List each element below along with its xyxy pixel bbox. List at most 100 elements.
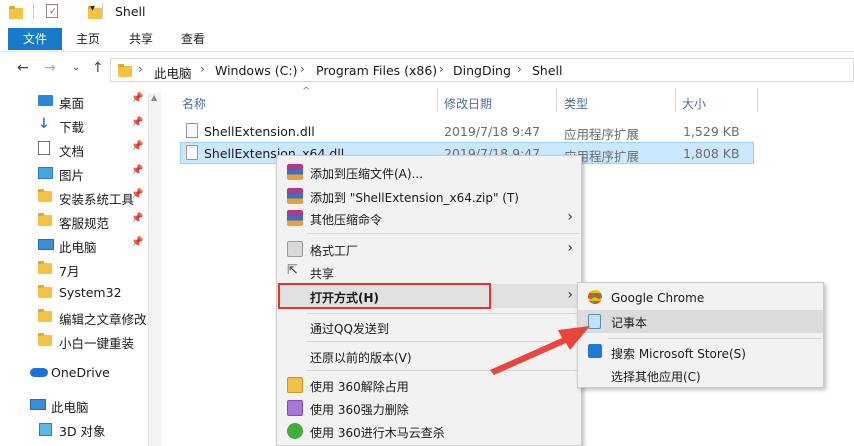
breadcrumb-program-files[interactable]: Program Files (x86) (316, 63, 437, 78)
chevron-right-icon[interactable]: › (138, 62, 143, 76)
chevron-right-icon[interactable]: › (300, 62, 305, 76)
column-header-date[interactable]: 修改日期 (444, 95, 492, 112)
sidebar-item-label: 安装系统工具 (59, 192, 135, 207)
pin-icon[interactable]: 📌 (131, 189, 143, 200)
breadcrumb-drive[interactable]: Windows (C:) (215, 63, 297, 78)
menu-item-360-unlock[interactable]: 使用 360解除占用 (277, 374, 581, 396)
chevron-right-icon[interactable]: › (517, 62, 522, 76)
menu-separator (608, 338, 821, 339)
tab-home[interactable]: 主页 (76, 28, 100, 50)
address-bar[interactable]: › 此电脑 › Windows (C:) › Program Files (x8… (110, 58, 854, 82)
menu-item-format-factory[interactable]: 格式工厂 › (277, 238, 581, 260)
menu-item-choose-other-app[interactable]: 选择其他应用(C) (578, 364, 823, 386)
menu-item-share[interactable]: ⇱ 共享 (277, 261, 581, 283)
menu-item-360-force-delete[interactable]: 使用 360强力删除 (277, 397, 581, 419)
dll-file-icon (186, 145, 198, 160)
sidebar-item-article-edits[interactable]: 编辑之文章修改 (0, 305, 160, 329)
computer-icon (30, 399, 46, 410)
sidebar-item-label: 小白一键重装 (59, 336, 135, 351)
tab-file[interactable]: 文件 (8, 28, 62, 50)
winrar-icon (287, 188, 303, 204)
column-header-name[interactable]: 名称 (182, 95, 206, 112)
sidebar-item-desktop[interactable]: 桌面 📌 (0, 89, 160, 113)
sidebar-item-july[interactable]: 7月 (0, 257, 160, 281)
back-icon[interactable]: ← (17, 60, 29, 76)
folder-icon (38, 309, 52, 322)
file-name[interactable]: ShellExtension.dll (204, 124, 315, 139)
pin-icon[interactable]: 📌 (131, 93, 143, 104)
menu-item-360-scan[interactable]: 使用 360进行木马云查杀 (277, 420, 581, 442)
folder-icon (118, 64, 132, 77)
share-icon: ⇱ (287, 263, 298, 278)
pin-icon[interactable]: 📌 (131, 141, 143, 152)
sidebar-item-label: 客服规范 (59, 216, 110, 231)
folder-icon (38, 213, 52, 226)
breadcrumb-dingding[interactable]: DingDing (453, 63, 511, 78)
column-divider[interactable] (757, 88, 758, 112)
sidebar-item-install-tools[interactable]: 安装系统工具 📌 (0, 185, 160, 209)
column-divider[interactable] (675, 88, 676, 112)
column-divider[interactable] (437, 88, 438, 112)
column-header-size[interactable]: 大小 (682, 95, 706, 112)
breadcrumb-this-pc[interactable]: 此电脑 (154, 63, 192, 82)
sidebar-item-label: 3D 对象 (59, 424, 106, 439)
recent-locations-icon[interactable]: ⌄ (72, 62, 80, 73)
tab-share[interactable]: 共享 (129, 28, 153, 50)
360-unlock-icon (287, 377, 303, 393)
sidebar-item-this-pc-pinned[interactable]: 此电脑 📌 (0, 233, 160, 257)
sidebar-item-onedrive[interactable]: OneDrive (0, 361, 160, 385)
document-icon (38, 141, 50, 155)
pin-icon[interactable]: 📌 (131, 117, 143, 128)
sidebar-item-this-pc[interactable]: 此电脑 (0, 393, 160, 417)
sidebar-item-downloads[interactable]: ↓ 下载 📌 (0, 113, 160, 137)
folder-icon (38, 333, 52, 346)
menu-item-google-chrome[interactable]: Google Chrome (578, 287, 823, 309)
folder-icon (38, 261, 52, 274)
open-with-submenu: Google Chrome 记事本 搜索 Microsoft Store(S) … (577, 282, 824, 388)
menu-item-other-compress[interactable]: 其他压缩命令 › (277, 207, 581, 229)
arrow-shape (490, 326, 590, 375)
360-scan-icon (287, 423, 303, 439)
pin-icon[interactable]: 📌 (131, 165, 143, 176)
column-header-type[interactable]: 类型 (564, 95, 588, 112)
navigation-pane: ▲ 桌面 📌 ↓ 下载 📌 文档 📌 图片 📌 安装系统工具 📌 客服规范 📌 … (0, 85, 162, 446)
sidebar-item-label: 7月 (59, 264, 80, 279)
window-title: Shell (115, 4, 146, 19)
menu-separator (307, 233, 579, 234)
menu-item-notepad[interactable]: 记事本 (578, 310, 823, 333)
properties-icon[interactable]: ✓ (46, 4, 58, 18)
context-menu: 添加到压缩文件(A)... 添加到 "ShellExtension_x64.zi… (276, 155, 582, 446)
sidebar-item-documents[interactable]: 文档 📌 (0, 137, 160, 161)
360-delete-icon (287, 400, 303, 416)
sidebar-item-service-spec[interactable]: 客服规范 📌 (0, 209, 160, 233)
dll-file-icon (186, 123, 198, 138)
pin-icon[interactable]: 📌 (131, 213, 143, 224)
sidebar-item-xiaobai[interactable]: 小白一键重装 (0, 329, 160, 353)
forward-icon[interactable]: → (44, 60, 56, 76)
chevron-right-icon[interactable]: › (200, 62, 205, 76)
computer-icon (38, 239, 54, 250)
chevron-right-icon[interactable]: › (439, 62, 444, 76)
up-icon[interactable]: ↑ (92, 60, 104, 76)
tab-view[interactable]: 查看 (181, 28, 205, 50)
pin-icon[interactable]: 📌 (131, 237, 143, 248)
sidebar-item-system32[interactable]: System32 (0, 281, 160, 305)
sidebar-item-label: 桌面 (59, 96, 85, 111)
title-bar: ✓ ▾ Shell (0, 0, 854, 25)
3d-objects-icon (39, 423, 52, 436)
winrar-icon (287, 164, 303, 180)
sidebar-item-3d-objects[interactable]: 3D 对象 (0, 417, 160, 441)
quick-access-dropdown-icon[interactable]: ▾ (90, 3, 95, 14)
menu-item-add-to-archive[interactable]: 添加到压缩文件(A)... (277, 161, 581, 183)
sidebar-item-pictures[interactable]: 图片 📌 (0, 161, 160, 185)
menu-item-add-to-zip[interactable]: 添加到 "ShellExtension_x64.zip" (T) (277, 185, 581, 207)
submenu-arrow-icon: › (567, 287, 573, 303)
sidebar-item-label: 图片 (59, 168, 85, 183)
menu-item-search-store[interactable]: 搜索 Microsoft Store(S) (578, 341, 823, 363)
breadcrumb-shell[interactable]: Shell (532, 63, 563, 78)
picture-icon (38, 167, 53, 179)
column-divider[interactable] (556, 88, 557, 112)
folder-icon (38, 189, 52, 202)
file-row[interactable]: ShellExtension.dll 2019/7/18 9:47 应用程序扩展… (180, 120, 754, 142)
folder-icon (9, 6, 23, 19)
